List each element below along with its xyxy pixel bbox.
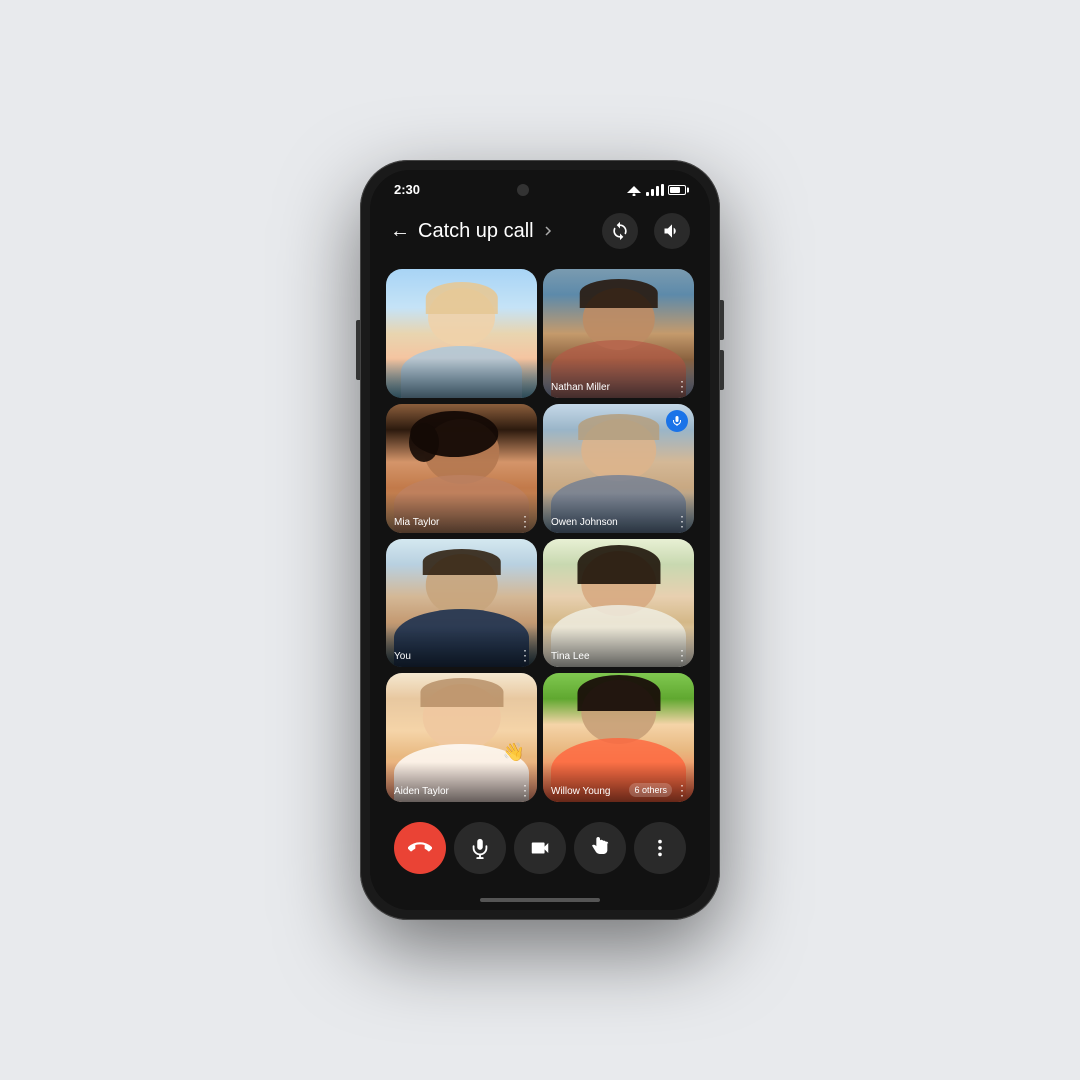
video-grid: Nathan Miller ⋮ Mia Taylor ⋮ <box>370 265 710 806</box>
clock: 2:30 <box>394 182 420 197</box>
flip-camera-button[interactable] <box>602 213 638 249</box>
battery-icon <box>668 185 686 195</box>
home-indicator[interactable] <box>480 898 600 902</box>
participant-tile-6[interactable]: Tina Lee ⋮ <box>543 539 694 668</box>
phone-screen: 2:30 <box>370 170 710 910</box>
more-options-button[interactable] <box>634 822 686 874</box>
speaker-icon <box>662 221 682 241</box>
participant-name-5: You <box>394 651 411 662</box>
status-bar: 2:30 <box>370 170 710 205</box>
tile-menu-4[interactable]: ⋮ <box>675 513 689 530</box>
speaking-icon <box>671 415 683 427</box>
hair-5 <box>422 549 501 575</box>
header-left: ← Catch up call <box>390 220 554 243</box>
hair-8 <box>577 675 660 711</box>
others-count-badge: 6 others <box>629 783 672 797</box>
participant-tile-5[interactable]: You ⋮ <box>386 539 537 668</box>
more-vert-icon <box>649 837 671 859</box>
raise-hand-button[interactable] <box>574 822 626 874</box>
hair-7 <box>420 678 503 706</box>
participant-name-6: Tina Lee <box>551 651 590 662</box>
call-header: ← Catch up call <box>370 205 710 265</box>
power-button[interactable] <box>356 320 360 380</box>
participant-tile-4[interactable]: Owen Johnson ⋮ <box>543 404 694 533</box>
volume-up-button[interactable] <box>720 300 724 340</box>
participant-tile-3[interactable]: Mia Taylor ⋮ <box>386 404 537 533</box>
participant-name-8: Willow Young <box>551 786 610 797</box>
tile-menu-5[interactable]: ⋮ <box>518 647 532 664</box>
tile-menu-7[interactable]: ⋮ <box>518 782 532 799</box>
hair-2 <box>579 279 658 307</box>
call-title: Catch up call <box>418 220 534 243</box>
microphone-icon <box>469 837 491 859</box>
wifi-icon <box>626 184 642 196</box>
call-controls <box>370 806 710 898</box>
hair-6 <box>577 545 660 584</box>
back-button[interactable]: ← <box>390 220 410 243</box>
tile-menu-6[interactable]: ⋮ <box>675 647 689 664</box>
end-call-icon <box>408 836 432 860</box>
camera-dot <box>517 184 529 196</box>
participant-name-7: Aiden Taylor <box>394 786 449 797</box>
hand-icon <box>589 837 611 859</box>
hair-4 <box>578 414 660 440</box>
speaking-badge-4 <box>666 410 688 432</box>
tile-menu-8[interactable]: ⋮ <box>675 782 689 799</box>
chevron-right-icon <box>542 225 554 237</box>
participant-name-4: Owen Johnson <box>551 517 618 528</box>
tile-gradient-1 <box>386 358 537 398</box>
camera-icon <box>529 837 551 859</box>
signal-icon <box>646 184 664 196</box>
participant-tile-1[interactable] <box>386 269 537 398</box>
hair-1 <box>425 282 497 314</box>
phone-device: 2:30 <box>360 160 720 920</box>
volume-down-button[interactable] <box>720 350 724 390</box>
participant-tile-8[interactable]: Willow Young 6 others ⋮ <box>543 673 694 802</box>
participant-name-2: Nathan Miller <box>551 382 610 393</box>
participant-tile-2[interactable]: Nathan Miller ⋮ <box>543 269 694 398</box>
mute-button[interactable] <box>454 822 506 874</box>
flip-icon <box>610 221 630 241</box>
participant-tile-7[interactable]: 👋 Aiden Taylor ⋮ <box>386 673 537 802</box>
audio-button[interactable] <box>654 213 690 249</box>
hair-side-3 <box>409 423 439 462</box>
header-right <box>602 213 690 249</box>
tile-menu-3[interactable]: ⋮ <box>518 513 532 530</box>
camera-button[interactable] <box>514 822 566 874</box>
end-call-button[interactable] <box>394 822 446 874</box>
participant-name-3: Mia Taylor <box>394 517 439 528</box>
wave-hand-7: 👋 <box>503 742 525 763</box>
system-icons <box>626 184 686 196</box>
tile-menu-2[interactable]: ⋮ <box>675 378 689 395</box>
